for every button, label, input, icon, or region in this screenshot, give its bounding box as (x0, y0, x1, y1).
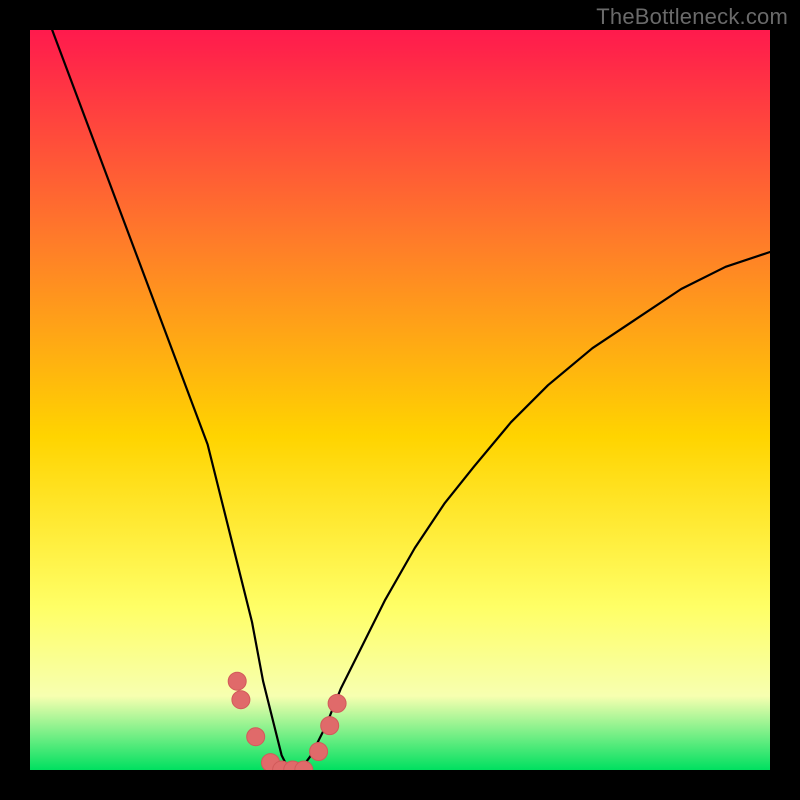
heat-gradient-bg (30, 30, 770, 770)
data-marker (310, 743, 328, 761)
data-marker (232, 691, 250, 709)
plot-area (30, 30, 770, 770)
watermark-text: TheBottleneck.com (596, 4, 788, 30)
data-marker (228, 672, 246, 690)
data-marker (328, 694, 346, 712)
bottleneck-chart (30, 30, 770, 770)
data-marker (247, 728, 265, 746)
chart-frame: TheBottleneck.com (0, 0, 800, 800)
data-marker (321, 717, 339, 735)
